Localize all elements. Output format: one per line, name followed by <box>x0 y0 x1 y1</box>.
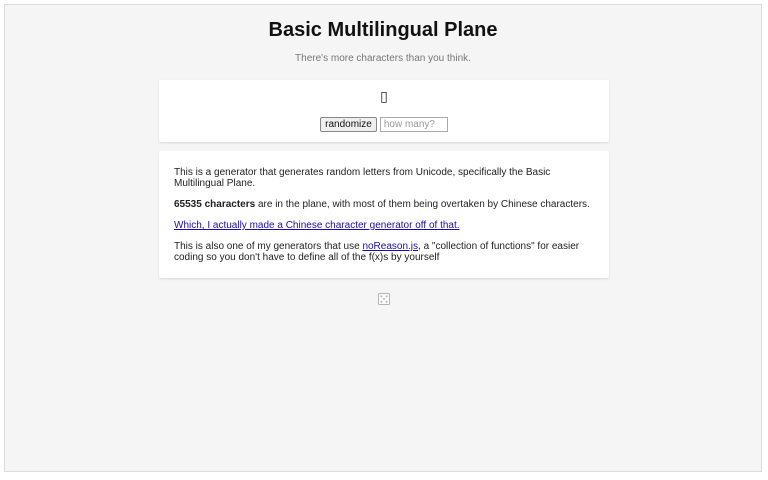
generator-card: ▯ randomize <box>159 80 609 142</box>
chinese-generator-link[interactable]: Which, I actually made a Chinese charact… <box>174 220 460 231</box>
randomize-button[interactable]: randomize <box>320 117 377 132</box>
noreason-link[interactable]: noReason.js <box>362 241 418 252</box>
generated-character: ▯ <box>380 89 388 105</box>
count-input[interactable] <box>379 117 448 132</box>
count-description: are in the plane, with most of them bein… <box>255 199 590 210</box>
page-frame: Basic Multilingual Plane There's more ch… <box>4 4 762 472</box>
info-paragraph-intro: This is a generator that generates rando… <box>174 167 551 189</box>
dice-icon[interactable] <box>378 293 390 305</box>
character-count: 65535 characters <box>174 199 256 210</box>
info-paragraph-count: 65535 characters are in the plane, with … <box>174 199 594 210</box>
info-card: This is a generator that generates rando… <box>159 151 609 278</box>
info-paragraph-noreason: This is also one of my generators that u… <box>174 241 594 263</box>
page-subtitle: There's more characters than you think. <box>295 53 471 64</box>
noreason-prefix: This is also one of my generators that u… <box>174 241 363 252</box>
generator-controls: randomize <box>159 117 609 132</box>
info-paragraph-chinese: Which, I actually made a Chinese charact… <box>174 220 594 231</box>
page-title: Basic Multilingual Plane <box>268 19 498 41</box>
